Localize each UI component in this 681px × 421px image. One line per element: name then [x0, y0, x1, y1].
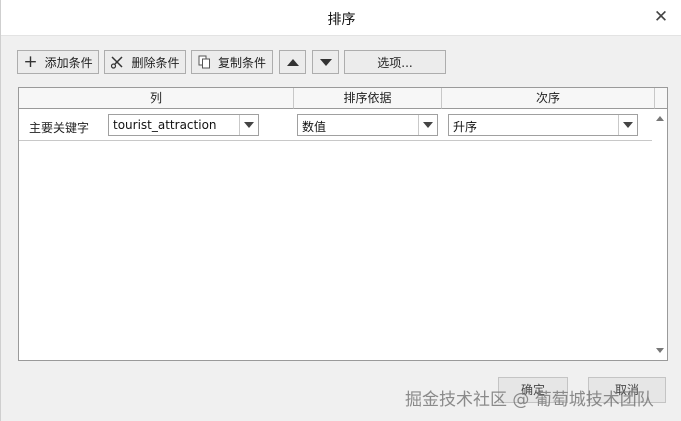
sort-conditions-grid: 列 排序依据 次序 主要关键字 tourist_attraction 数值 升序 — [18, 87, 668, 361]
copy-icon — [198, 55, 211, 69]
add-condition-label: 添加条件 — [44, 55, 93, 70]
column-select-value: tourist_attraction — [113, 118, 217, 132]
ok-button[interactable]: 确定 — [498, 377, 568, 403]
delete-condition-label: 删除条件 — [131, 55, 180, 70]
header-order: 次序 — [442, 88, 655, 109]
triangle-up-icon — [286, 58, 299, 66]
order-select-value: 升序 — [453, 120, 478, 134]
cancel-button[interactable]: 取消 — [588, 377, 666, 403]
chevron-down-icon — [244, 122, 254, 128]
row-key-label: 主要关键字 — [29, 121, 90, 135]
delete-icon — [110, 55, 124, 69]
chevron-down-icon — [623, 122, 633, 128]
delete-condition-button[interactable]: 删除条件 — [104, 50, 186, 74]
row-divider — [19, 140, 653, 141]
add-condition-button[interactable]: + 添加条件 — [17, 50, 99, 74]
scroll-up-button[interactable] — [654, 113, 665, 123]
close-icon: ✕ — [653, 7, 669, 27]
chevron-down-icon — [423, 122, 433, 128]
header-column: 列 — [19, 88, 294, 109]
plus-icon: + — [23, 51, 38, 72]
move-down-button[interactable] — [312, 50, 339, 74]
title-bar: 排序 ✕ — [1, 0, 681, 36]
options-label: 选项... — [377, 55, 413, 70]
sort-on-select[interactable]: 数值 — [297, 114, 438, 136]
copy-condition-button[interactable]: 复制条件 — [191, 50, 273, 74]
move-up-button[interactable] — [279, 50, 306, 74]
column-select[interactable]: tourist_attraction — [108, 114, 259, 136]
copy-condition-label: 复制条件 — [217, 55, 266, 70]
scroll-up-icon — [655, 115, 664, 121]
triangle-down-icon — [319, 58, 332, 66]
scroll-down-button[interactable] — [654, 345, 665, 355]
header-corner — [655, 88, 667, 109]
scroll-down-icon — [655, 347, 664, 353]
options-button[interactable]: 选项... — [344, 50, 446, 74]
sort-dialog: 排序 ✕ + 添加条件 删除条件 复制条件 选项... 列 排序依据 次序 主要… — [0, 0, 681, 421]
sort-on-select-value: 数值 — [302, 120, 327, 134]
dialog-title: 排序 — [327, 12, 356, 28]
vertical-scrollbar[interactable] — [652, 109, 667, 360]
order-select[interactable]: 升序 — [448, 114, 638, 136]
close-button[interactable]: ✕ — [650, 6, 672, 28]
header-sort-on: 排序依据 — [294, 88, 442, 109]
